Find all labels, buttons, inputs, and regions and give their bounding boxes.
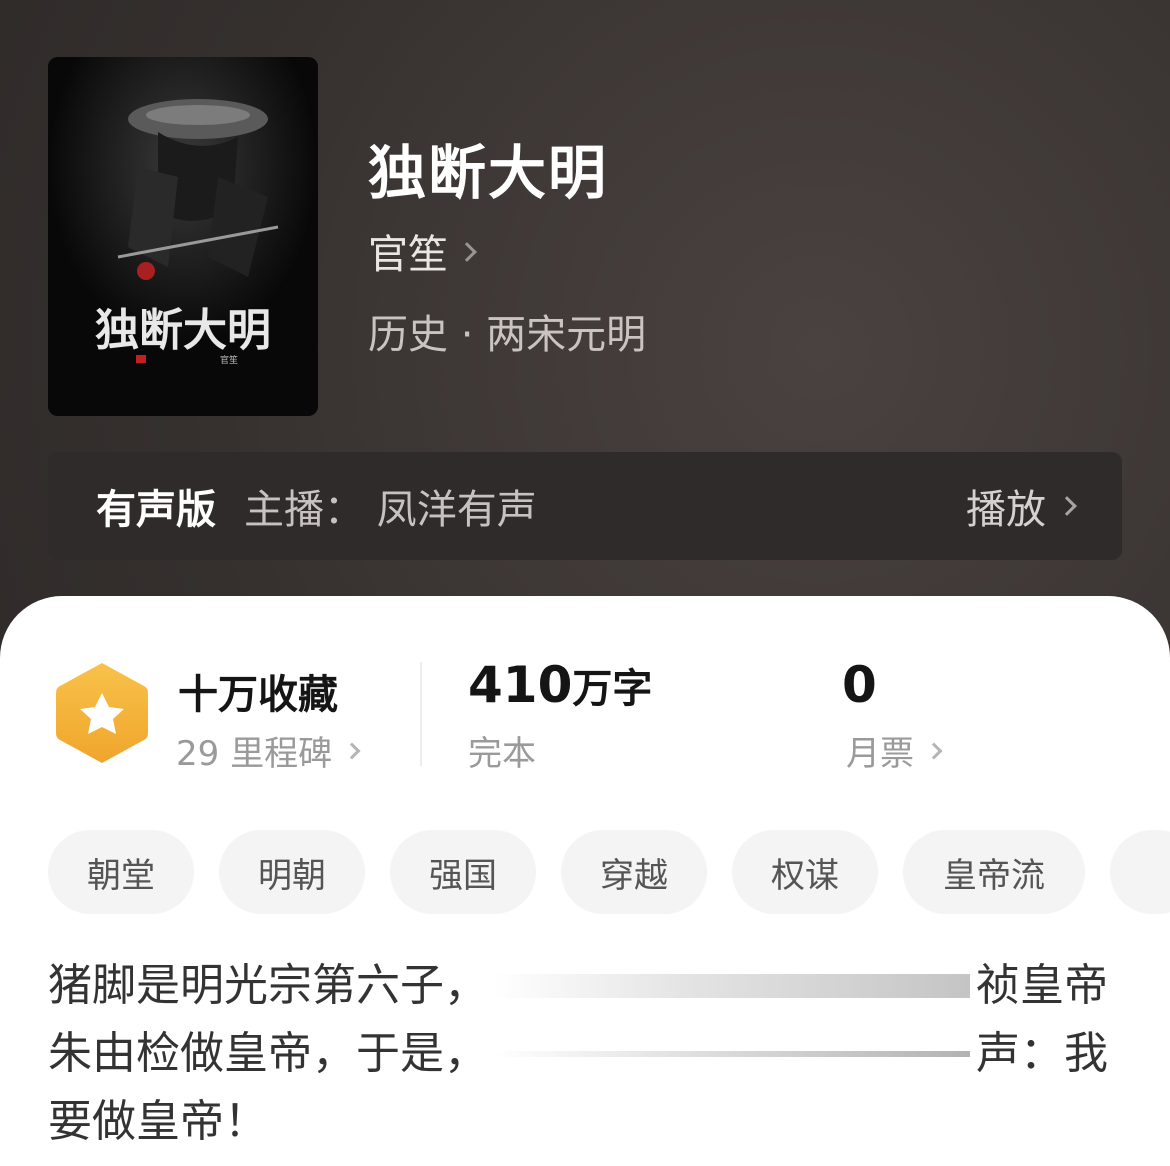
tag-chip-partial[interactable] [1110,830,1170,914]
audiobook-label: 有声版 [96,487,216,533]
synopsis-line: 要做皇帝！ [48,1088,1108,1156]
word-count: 410 万字 [468,656,652,714]
chevron-right-icon [343,742,361,759]
tag-chip[interactable]: 穿越 [561,830,707,914]
audiobook-bar[interactable]: 有声版 主播： 凤洋有声 播放 [48,452,1122,560]
chevron-right-icon [925,742,943,759]
play-button[interactable]: 播放 [966,477,1077,535]
tag-chip[interactable]: 权谋 [732,830,878,914]
book-header: 独断大明 官笙 独断大明 官笙 历史 · 两宋元明 有声版 主播： 凤洋有声 播… [0,0,1170,620]
cover-author-text: 官笙 [220,354,238,366]
stats-divider [420,662,422,766]
completion-status: 完本 [468,734,536,774]
synopsis-text: 猪脚是明光宗第六子， [48,960,488,1011]
book-category: 历史 · 两宋元明 [368,312,647,358]
synopsis-text: 祯皇帝 [976,960,1108,1011]
redacted-text [494,974,970,998]
redacted-text [494,1051,970,1057]
narrator-text: 主播： 凤洋有声 [244,487,537,533]
author-name: 官笙 [368,232,448,278]
synopsis-text: 朱由检做皇帝，于是， [48,1028,488,1079]
tag-list: 朝堂 明朝 强国 穿越 权谋 皇帝流 [48,830,1170,916]
book-title: 独断大明 [368,139,609,207]
word-count-unit: 万字 [572,666,653,712]
author-link[interactable]: 官笙 [368,222,477,280]
cover-art: 独断大明 官笙 [48,57,318,416]
tag-chip[interactable]: 强国 [390,830,536,914]
synopsis-line: 朱由检做皇帝，于是， 声：我 [48,1020,1108,1088]
word-count-number: 410 [468,656,573,714]
synopsis-text: 要做皇帝！ [48,1096,268,1147]
tag-chip[interactable]: 明朝 [219,830,365,914]
synopsis-text: 声：我 [976,1028,1108,1079]
monthly-ticket-count: 0 [842,656,877,714]
milestone-text: 29 里程碑 [176,734,333,774]
tag-chip[interactable]: 皇帝流 [903,830,1085,914]
monthly-ticket-label: 月票 [846,734,914,774]
milestone-link[interactable]: 29 里程碑 [176,726,361,775]
synopsis[interactable]: 猪脚是明光宗第六子， 祯皇帝 朱由检做皇帝，于是， 声：我 要做皇帝！ [48,952,1108,1156]
play-label: 播放 [966,487,1046,533]
monthly-ticket-link[interactable]: 月票 [846,726,943,775]
star-badge-icon [56,663,148,763]
tag-chip[interactable]: 朝堂 [48,830,194,914]
chevron-right-icon [457,242,477,262]
collection-count: 十万收藏 [178,672,338,718]
cover-title-text: 独断大明 [95,305,271,356]
synopsis-line: 猪脚是明光宗第六子， 祯皇帝 [48,952,1108,1020]
book-cover[interactable]: 独断大明 官笙 [48,57,318,416]
chevron-right-icon [1057,496,1077,516]
